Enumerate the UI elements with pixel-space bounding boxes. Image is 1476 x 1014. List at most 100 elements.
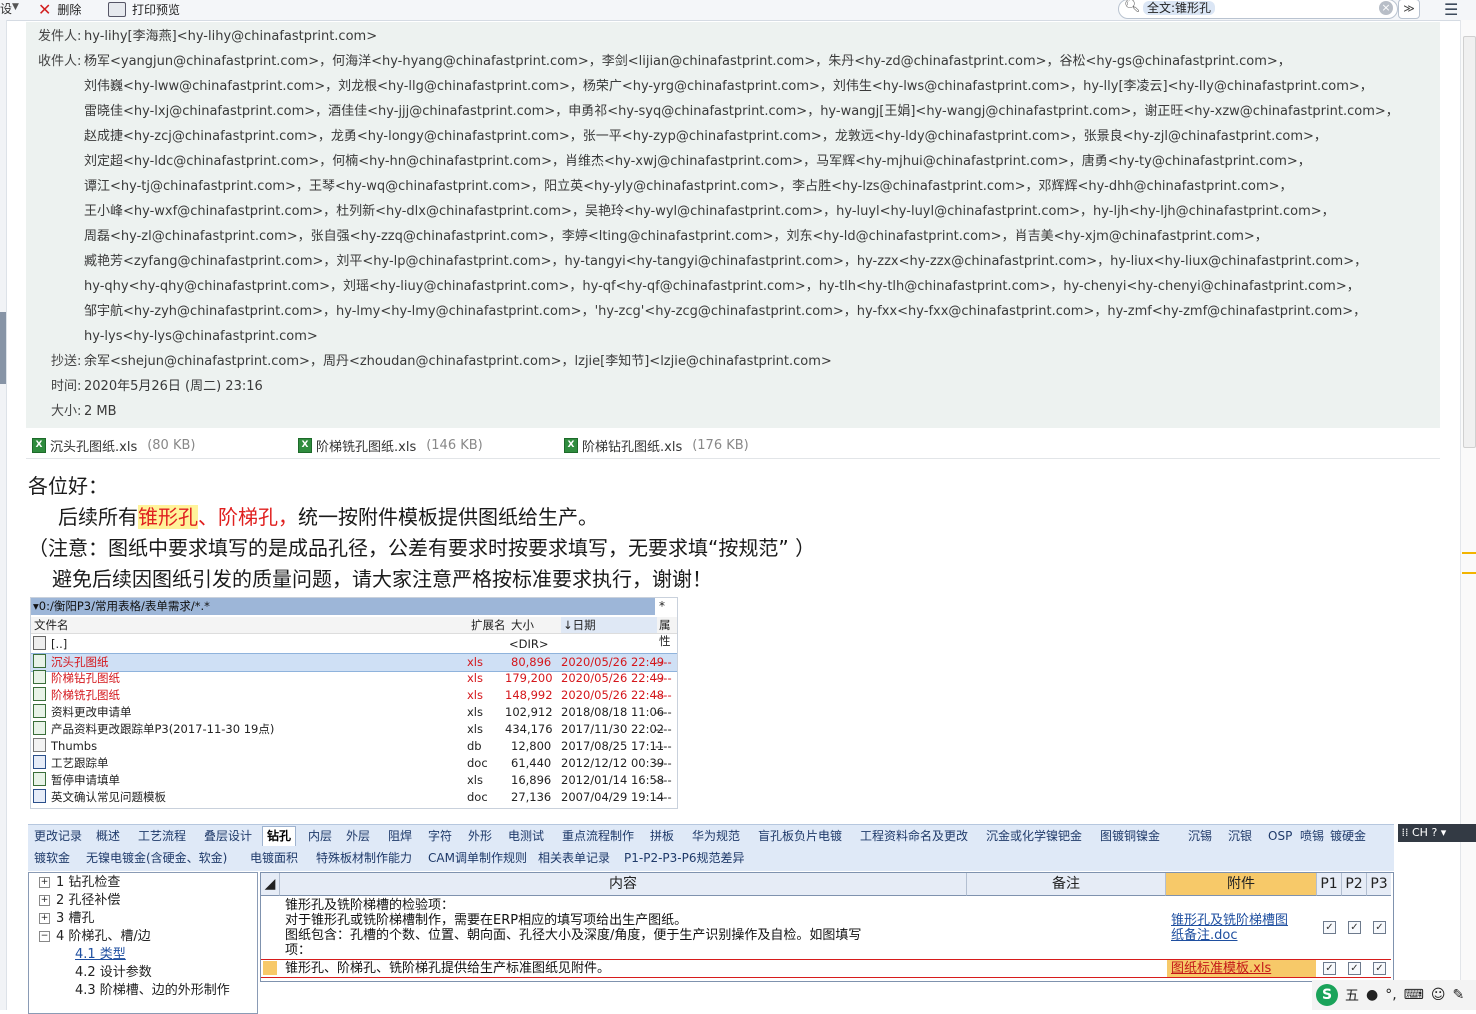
list-menu-icon[interactable]: ☰ (1444, 0, 1458, 19)
to-line[interactable]: 赵成捷<hy-zcj@chinafastprint.com>，龙勇<hy-lon… (84, 125, 1327, 149)
toolbar-left-fragment[interactable]: 设 (0, 0, 12, 17)
p3-checkbox[interactable]: ✓ (1373, 921, 1386, 934)
tab-item[interactable]: 阻焊 (384, 827, 416, 846)
tab-item[interactable]: 拼板 (646, 827, 678, 846)
tab-item[interactable]: 电镀面积 (246, 849, 302, 868)
row-indicator[interactable] (263, 961, 277, 975)
tab-item[interactable]: 特殊板材制作能力 (312, 849, 416, 868)
scrollbar-thumb[interactable] (1463, 36, 1476, 448)
tree-node[interactable]: +1 钻孔检查 (39, 874, 120, 892)
tab-item[interactable]: 电测试 (504, 827, 548, 846)
to-line[interactable]: 邹宇航<hy-zyh@chinafastprint.com>，hy-lmy<hy… (84, 300, 1366, 324)
tab-item[interactable]: 盲孔板负片电镀 (754, 827, 846, 846)
attachment-link[interactable]: 图纸标准模板.xls (1171, 961, 1271, 976)
attachment-item[interactable]: X 阶梯铣孔图纸.xls (146 KB) (298, 436, 483, 455)
ime-menu-icon[interactable]: ▾ (1441, 826, 1447, 839)
collapse-icon[interactable]: − (39, 931, 50, 942)
tab-item[interactable]: 沉金或化学镍钯金 (982, 827, 1086, 846)
tree-node[interactable]: +2 孔径补偿 (39, 892, 120, 910)
to-line[interactable]: 周磊<hy-zl@chinafastprint.com>，张自强<hy-zzq@… (84, 225, 1268, 249)
p1-checkbox[interactable]: ✓ (1323, 921, 1336, 934)
word-file-icon (33, 755, 46, 769)
to-line[interactable]: 臧艳芳<zyfang@chinafastprint.com>，刘平<hy-lp@… (84, 250, 1367, 274)
to-line[interactable]: 刘定超<hy-ldc@chinafastprint.com>，何楠<hy-hn@… (84, 150, 1311, 174)
delete-button[interactable]: ✕ 删除 (38, 0, 81, 19)
tab-item[interactable]: OSP (1264, 827, 1296, 846)
tree-node-selected[interactable]: 4.1 类型 (75, 946, 126, 964)
table-row-content[interactable]: 锥形孔及铣阶梯槽的检验项： 对于锥形孔或铣阶梯槽制作，需要在ERP相应的填写项给… (285, 898, 861, 958)
tab-item[interactable]: 概述 (92, 827, 124, 846)
to-line[interactable]: 王小峰<hy-wxf@chinafastprint.com>，杜列新<hy-dl… (84, 200, 1335, 224)
table-row-content[interactable]: 锥形孔、阶梯孔、铣阶梯孔提供给生产标准图纸见附件。 (285, 961, 610, 976)
scroll-hit-marker (1462, 552, 1476, 554)
tab-item[interactable]: 外层 (342, 827, 374, 846)
tab-item[interactable]: 重点流程制作 (558, 827, 638, 846)
to-line[interactable]: 刘伟巍<hy-lww@chinafastprint.com>，刘龙根<hy-ll… (84, 75, 1373, 99)
fm-file-attr: ---- (655, 655, 672, 669)
expand-icon[interactable]: + (39, 877, 50, 888)
tab-drilling-active[interactable]: 钻孔 (262, 826, 297, 846)
cc-value[interactable]: 余军<shejun@chinafastprint.com>，周丹<zhoudan… (84, 350, 832, 374)
vertical-scrollbar[interactable] (1460, 20, 1476, 1010)
column-header-p3[interactable]: P3 (1367, 873, 1391, 896)
tab-item[interactable]: 叠层设计 (200, 827, 256, 846)
to-line[interactable]: 杨军<yangjun@chinafastprint.com>，何海洋<hy-hy… (84, 50, 1291, 74)
tree-node[interactable]: −4 阶梯孔、槽/边 (39, 928, 151, 946)
tab-item[interactable]: 更改记录 (30, 827, 86, 846)
p2-checkbox[interactable]: ✓ (1348, 962, 1361, 975)
ime-toolbar[interactable]: ⁞⁞ CH ? ▾ (1398, 824, 1476, 842)
clear-icon[interactable]: × (1379, 1, 1393, 15)
column-header-p1[interactable]: P1 (1317, 873, 1342, 896)
chevron-down-icon[interactable]: ▼ (12, 2, 19, 12)
to-line[interactable]: 雷晓佳<hy-lxj@chinafastprint.com>，酒佳佳<hy-jj… (84, 100, 1399, 124)
tree-node[interactable]: +3 槽孔 (39, 910, 94, 928)
fm-col-name: 文件名 (34, 618, 69, 632)
column-header-p2[interactable]: P2 (1342, 873, 1367, 896)
row-selector-header[interactable]: ◢ (261, 873, 280, 896)
p2-checkbox[interactable]: ✓ (1348, 921, 1361, 934)
punctuation-icon[interactable]: °, (1385, 987, 1396, 1003)
keyboard-icon[interactable]: ⌨ (1404, 987, 1424, 1003)
print-preview-button[interactable]: 打印预览 (108, 0, 180, 18)
to-line[interactable]: 谭江<hy-tj@chinafastprint.com>，王琴<hy-wq@ch… (84, 175, 1293, 199)
tab-item[interactable]: 内层 (304, 827, 336, 846)
user-icon[interactable]: ☺ (1431, 987, 1446, 1003)
search-input[interactable]: 🔍︎ 全文:锥形孔 × (1118, 0, 1398, 19)
expand-icon[interactable]: + (39, 895, 50, 906)
expand-icon[interactable]: + (39, 913, 50, 924)
tab-item[interactable]: P1-P2-P3-P6规范差异 (620, 849, 748, 868)
help-icon[interactable]: ? (1431, 826, 1437, 839)
tab-item[interactable]: 字符 (424, 827, 456, 846)
p1-checkbox[interactable]: ✓ (1323, 962, 1336, 975)
tab-item[interactable]: 图镀铜镍金 (1096, 827, 1164, 846)
ime-mode-label[interactable]: 五 (1345, 985, 1359, 1005)
sogou-ime-icon[interactable]: S (1316, 984, 1338, 1006)
tab-item[interactable]: 镀软金 (30, 849, 74, 868)
to-line[interactable]: hy-qhy<hy-qhy@chinafastprint.com>，刘瑶<hy-… (84, 275, 1360, 299)
column-header-remark[interactable]: 备注 (967, 873, 1166, 896)
tree-node[interactable]: 4.3 阶梯槽、边的外形制作 (75, 982, 230, 1000)
tree-node[interactable]: 4.2 设计参数 (75, 964, 152, 982)
column-header-content[interactable]: 内容 (280, 873, 967, 896)
tab-item[interactable]: 外形 (464, 827, 496, 846)
tab-item[interactable]: 沉锡 (1184, 827, 1216, 846)
from-value[interactable]: hy-lihy[李海燕]<hy-lihy@chinafastprint.com> (84, 25, 377, 49)
moon-icon[interactable]: ● (1366, 987, 1378, 1003)
tab-item[interactable]: 工程资料命名及更改 (856, 827, 972, 846)
tab-item[interactable]: 无镍电镀金(含硬金、软金) (82, 849, 231, 868)
tab-item[interactable]: 相关表单记录 (534, 849, 614, 868)
attachment-item[interactable]: X 阶梯钻孔图纸.xls (176 KB) (564, 436, 749, 455)
p3-checkbox[interactable]: ✓ (1373, 962, 1386, 975)
wrench-icon[interactable]: ✎ (1453, 987, 1465, 1003)
tab-item[interactable]: 沉银 (1224, 827, 1256, 846)
attachment-link[interactable]: 锥形孔及铣阶梯槽图 纸备注.doc (1171, 913, 1288, 943)
tab-item[interactable]: 喷锡 (1296, 827, 1328, 846)
attachment-item[interactable]: X 沉头孔图纸.xls (80 KB) (32, 436, 195, 455)
tab-item[interactable]: 工艺流程 (134, 827, 190, 846)
search-options-dropdown[interactable]: ≫ (1398, 0, 1420, 19)
column-header-attachment[interactable]: 附件 (1166, 873, 1317, 896)
to-line[interactable]: hy-lys<hy-lys@chinafastprint.com> (84, 325, 318, 349)
tab-item[interactable]: 华为规范 (688, 827, 744, 846)
tab-item[interactable]: 镀硬金 (1326, 827, 1370, 846)
tab-item[interactable]: CAM调单制作规则 (424, 849, 531, 868)
